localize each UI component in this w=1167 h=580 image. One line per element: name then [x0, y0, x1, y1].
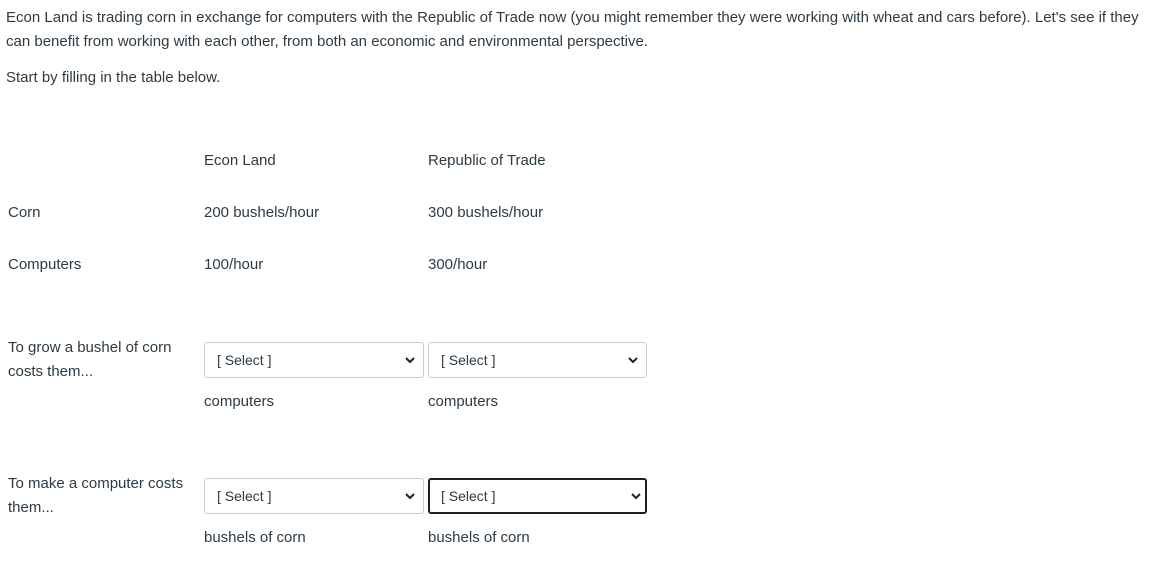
- corn-cost-label-line1: To grow a bushel of corn: [8, 339, 172, 356]
- header-republic-of-trade: Republic of Trade: [428, 152, 546, 169]
- computers-econ-land: 100/hour: [204, 256, 264, 273]
- select-value: [ Select ]: [217, 488, 272, 504]
- corn-republic: 300 bushels/hour: [428, 204, 544, 221]
- computer-cost-econ-unit: bushels of corn: [204, 529, 306, 546]
- intro-paragraph: Econ Land is trading corn in exchange fo…: [6, 9, 1139, 50]
- computer-cost-label-line1: To make a computer costs: [8, 475, 184, 492]
- corn-cost-label-line2: costs them...: [8, 363, 94, 380]
- chevron-down-icon: [628, 357, 638, 364]
- select-value: [ Select ]: [217, 352, 272, 368]
- computer-cost-label-line2: them...: [8, 499, 54, 516]
- select-value: [ Select ]: [441, 488, 496, 504]
- row-label-computer-cost: To make a computer costs them...: [8, 472, 193, 520]
- instruction-text: Start by filling in the table below.: [6, 69, 221, 86]
- computer-cost-republic-select[interactable]: [ Select ]: [428, 478, 647, 514]
- intro-text: Econ Land is trading corn in exchange fo…: [6, 6, 1161, 90]
- corn-cost-econ-select[interactable]: [ Select ]: [204, 342, 424, 378]
- chevron-down-icon: [405, 357, 415, 364]
- corn-cost-econ-unit: computers: [204, 393, 275, 410]
- corn-econ-land: 200 bushels/hour: [204, 204, 320, 221]
- row-label-corn-cost: To grow a bushel of corn costs them...: [8, 336, 193, 384]
- computer-cost-republic-unit: bushels of corn: [428, 529, 530, 546]
- row-label-corn: Corn: [8, 204, 41, 221]
- chevron-down-icon: [405, 493, 415, 500]
- chevron-down-icon: [631, 493, 641, 500]
- row-label-computers: Computers: [8, 256, 82, 273]
- computer-cost-econ-select[interactable]: [ Select ]: [204, 478, 424, 514]
- corn-cost-republic-select[interactable]: [ Select ]: [428, 342, 647, 378]
- header-econ-land: Econ Land: [204, 152, 276, 169]
- select-value: [ Select ]: [441, 352, 496, 368]
- corn-cost-republic-unit: computers: [428, 393, 499, 410]
- computers-republic: 300/hour: [428, 256, 488, 273]
